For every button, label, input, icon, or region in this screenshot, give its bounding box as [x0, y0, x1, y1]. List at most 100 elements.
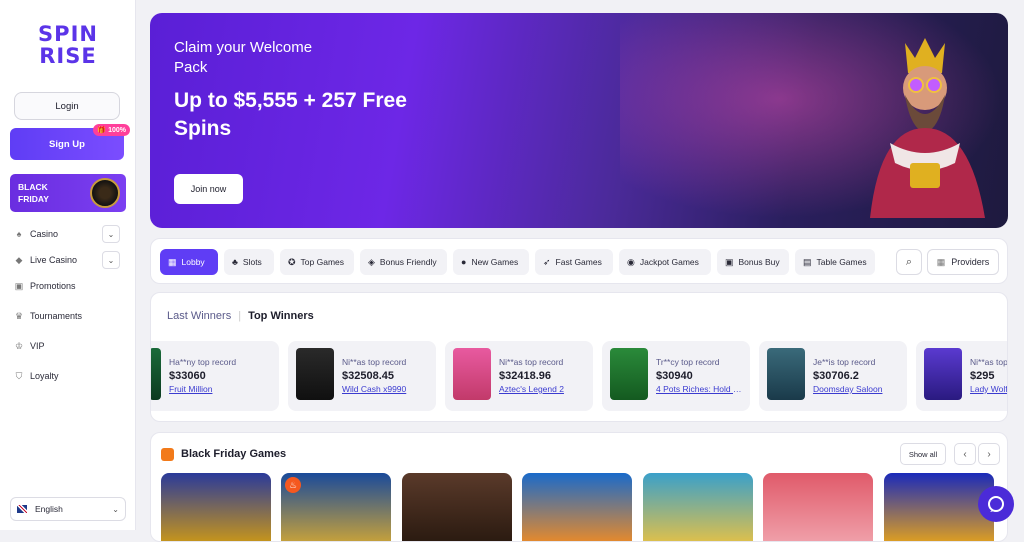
sidebar-item-tournaments[interactable]: ♛ Tournaments [14, 306, 124, 326]
sidebar-item-loyalty[interactable]: ⛉ Loyalty [14, 366, 124, 386]
spade-icon: ♠ [16, 229, 22, 239]
winner-user: Tr**cy top record [656, 357, 720, 367]
section-title: Black Friday Games [181, 448, 287, 460]
winner-game-link[interactable]: Wild Cash x9990 [342, 384, 430, 394]
tab-bonus-friendly[interactable]: ◈ Bonus Friendly [360, 249, 447, 275]
sidebar-item-label: Tournaments [30, 311, 83, 321]
winner-user: Ni**as top record [342, 357, 407, 367]
medal-icon: ✪ [288, 256, 296, 267]
banner-subtitle: Claim your Welcome Pack [174, 39, 313, 76]
sidebar: SPIN RISE Login Sign Up 🎁 100% BLACK FRI… [0, 0, 136, 530]
tab-jackpot-games[interactable]: ◉ Jackpot Games [619, 249, 711, 275]
tab-divider: | [238, 310, 242, 322]
tab-new-games[interactable]: ● New Games [453, 249, 529, 275]
winner-card[interactable]: Je**is top record $30706.2 Doomsday Salo… [759, 341, 907, 411]
tab-last-winners[interactable]: Last Winners [167, 310, 231, 322]
game-tile[interactable] [763, 473, 873, 541]
winner-user: Ni**as top record [970, 357, 1008, 367]
tab-label: Jackpot Games [639, 257, 699, 267]
game-tile[interactable] [522, 473, 632, 541]
winner-game-link[interactable]: Aztec's Legend 2 [499, 384, 587, 394]
spinrise-logo[interactable]: SPIN RISE [26, 20, 110, 70]
winner-game-link[interactable]: Doomsday Saloon [813, 384, 901, 394]
tab-label: New Games [471, 257, 519, 267]
sidebar-item-label: Casino [30, 229, 59, 239]
shield-icon: ⛉ [15, 370, 23, 381]
game-thumbnail [767, 348, 805, 400]
chevron-down-icon: ⌄ [112, 504, 119, 514]
language-select[interactable]: English ⌄ [10, 497, 126, 521]
live-chat-button[interactable] [978, 486, 1014, 522]
tab-top-winners[interactable]: Top Winners [248, 310, 314, 322]
game-thumbnail [453, 348, 491, 400]
game-thumbnail [924, 348, 962, 400]
gift-icon: ▣ [725, 256, 734, 267]
winner-card[interactable]: Ha**ny top record $33060 Fruit Million [151, 341, 279, 411]
winner-game-link[interactable]: Fruit Million [169, 384, 257, 394]
providers-label: Providers [951, 257, 990, 267]
logo-line2: RISE [39, 44, 97, 68]
welcome-banner[interactable]: Claim your Welcome Pack Up to $5,555 + 2… [150, 13, 1008, 228]
game-tile[interactable]: ♨ [281, 473, 391, 541]
tab-label: Slots [242, 257, 262, 267]
game-tile[interactable] [402, 473, 512, 541]
tab-bonus-buy[interactable]: ▣ Bonus Buy [717, 249, 789, 275]
tab-fast-games[interactable]: ➶ Fast Games [535, 249, 613, 275]
winner-game-link[interactable]: 4 Pots Riches: Hold and Win [656, 384, 744, 394]
providers-button[interactable]: ▦ Providers [927, 249, 999, 275]
winner-card[interactable]: Ni**as top record $295 Lady Wolf Moon [916, 341, 1008, 411]
sidebar-item-casino[interactable]: ♠ Casino ⌄ [14, 224, 124, 244]
rocket-icon: ➶ [543, 256, 551, 267]
next-arrow-button[interactable]: › [978, 443, 1000, 465]
tab-slots[interactable]: ♣ Slots [224, 249, 274, 275]
winner-user: Ni**as top record [499, 357, 564, 367]
chevron-down-icon[interactable]: ⌄ [102, 225, 120, 243]
coin-icon: ◉ [627, 256, 635, 267]
bonus-badge: 🎁 100% [93, 124, 130, 136]
game-tile[interactable] [643, 473, 753, 541]
tab-table-games[interactable]: ▤ Table Games [795, 249, 875, 275]
winner-card[interactable]: Tr**cy top record $30940 4 Pots Riches: … [602, 341, 750, 411]
login-button[interactable]: Login [14, 92, 120, 120]
sidebar-item-live-casino[interactable]: ◆ Live Casino ⌄ [14, 250, 124, 270]
trophy-icon: ♛ [14, 310, 24, 321]
winner-amount: $30706.2 [813, 370, 859, 382]
winner-game-link[interactable]: Lady Wolf Moon [970, 384, 1007, 394]
black-friday-games-section: Black Friday Games Show all ‹ › ♨ [150, 432, 1008, 542]
fire-icon [161, 448, 174, 461]
show-all-button[interactable]: Show all [900, 443, 946, 465]
game-thumbnail [610, 348, 648, 400]
tab-lobby[interactable]: ▦ Lobby [160, 249, 218, 275]
tab-label: Lobby [181, 257, 205, 267]
black-friday-badge-icon [90, 178, 120, 208]
winner-card[interactable]: Ni**as top record $32508.45 Wild Cash x9… [288, 341, 436, 411]
chevron-left-icon: ‹ [963, 448, 967, 460]
prev-arrow-button[interactable]: ‹ [954, 443, 976, 465]
sidebar-item-label: Loyalty [30, 371, 59, 381]
join-now-button[interactable]: Join now [174, 174, 243, 204]
sidebar-item-vip[interactable]: ♔ VIP [14, 336, 124, 356]
signup-button[interactable]: Sign Up 🎁 100% [10, 124, 130, 160]
category-tabs: ▦ Lobby ♣ Slots ✪ Top Games ◈ Bonus Friendly… [150, 238, 1008, 284]
search-icon: ⌕ [905, 255, 913, 268]
tab-label: Top Games [300, 257, 345, 267]
winner-card[interactable]: Ni**as top record $32418.96 Aztec's Lege… [445, 341, 593, 411]
signup-label: Sign Up [49, 138, 85, 150]
search-button[interactable]: ⌕ [896, 249, 922, 275]
game-tile[interactable] [161, 473, 271, 541]
grid-icon: ▦ [936, 256, 946, 267]
winner-amount: $33060 [169, 370, 206, 382]
sidebar-item-label: VIP [30, 341, 45, 351]
uk-flag-icon [17, 505, 27, 513]
chevron-down-icon[interactable]: ⌄ [102, 251, 120, 269]
game-thumbnail [296, 348, 334, 400]
language-label: English [35, 504, 63, 514]
bag-icon: ◈ [368, 256, 375, 267]
winner-amount: $295 [970, 370, 995, 382]
chevron-right-icon: › [987, 448, 991, 460]
cherry-icon: ♣ [232, 257, 238, 267]
sidebar-item-promotions[interactable]: ▣ Promotions [14, 276, 124, 296]
winners-panel: Last Winners | Top Winners Ha**ny top re… [150, 292, 1008, 422]
black-friday-promo[interactable]: BLACK FRIDAY [10, 174, 126, 212]
tab-top-games[interactable]: ✪ Top Games [280, 249, 354, 275]
